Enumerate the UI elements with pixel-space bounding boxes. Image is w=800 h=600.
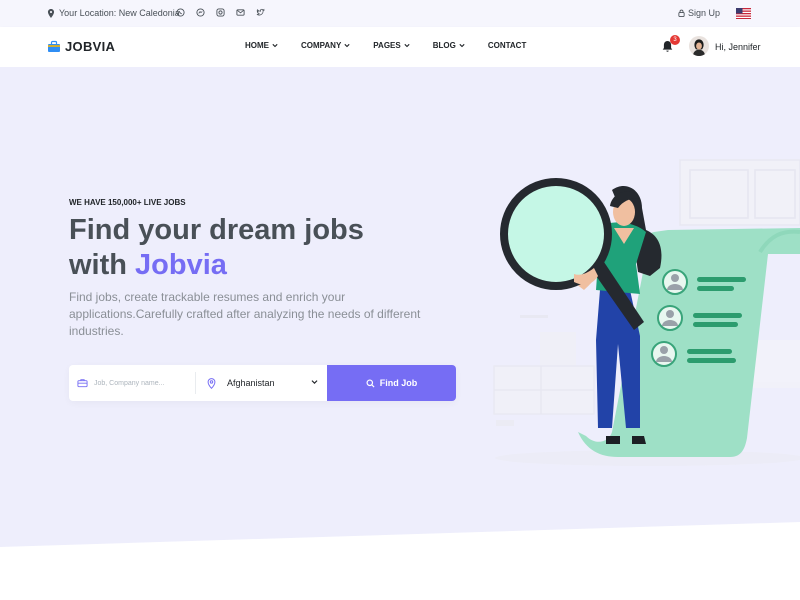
- user-greeting[interactable]: Hi, Jennifer: [715, 42, 761, 52]
- chevron-down-icon: [311, 380, 318, 384]
- menu-item-label: HOME: [245, 41, 269, 50]
- hero-title-brand: Jobvia: [135, 249, 227, 281]
- messenger-icon[interactable]: [196, 8, 205, 17]
- job-search-form: Job, Company name... Afghanistan Find Jo…: [69, 365, 456, 401]
- location-text: Your Location: New Caledonia: [59, 8, 180, 18]
- menu-item-pages[interactable]: PAGES: [373, 41, 410, 50]
- us-flag-icon[interactable]: [736, 8, 751, 19]
- chevron-down-icon: [404, 43, 410, 48]
- field-divider: [195, 372, 196, 394]
- chevron-down-icon: [344, 43, 350, 48]
- lock-icon: [678, 9, 685, 17]
- hero-section: WE HAVE 150,000+ LIVE JOBS Find your dre…: [0, 67, 800, 600]
- keyword-placeholder: Job, Company name...: [94, 379, 165, 387]
- logo-icon: [48, 40, 60, 52]
- logo-text: JOBVIA: [65, 39, 116, 54]
- hero-description: Find jobs, create trackable resumes and …: [69, 290, 421, 338]
- chevron-down-icon: [459, 43, 465, 48]
- instagram-icon[interactable]: [216, 8, 225, 17]
- menu-item-label: BLOG: [432, 41, 456, 50]
- search-icon: [366, 378, 375, 388]
- hero-title-prefix: with: [69, 249, 136, 281]
- menu-item-label: COMPANY: [301, 41, 342, 50]
- whatsapp-icon[interactable]: [176, 8, 185, 17]
- main-menu: HOME COMPANY PAGES BLOG CONTACT: [245, 41, 549, 50]
- avatar[interactable]: [689, 36, 709, 56]
- logo[interactable]: JOBVIA: [47, 39, 115, 54]
- menu-item-home[interactable]: HOME: [245, 41, 278, 50]
- sign-up-link[interactable]: Sign Up: [678, 8, 720, 18]
- keyword-field[interactable]: Job, Company name...: [77, 365, 195, 401]
- location-info: Your Location: New Caledonia: [47, 8, 180, 18]
- menu-item-label: CONTACT: [487, 41, 527, 50]
- twitter-icon[interactable]: [256, 8, 265, 17]
- social-links: [176, 8, 265, 17]
- menu-item-contact[interactable]: CONTACT: [488, 41, 527, 50]
- hero-title: Find your dream jobs with Jobvia: [69, 213, 469, 283]
- map-pin-icon: [47, 8, 55, 18]
- map-pin-icon: [207, 377, 216, 389]
- find-job-button[interactable]: Find Job: [327, 365, 456, 401]
- menu-item-label: PAGES: [373, 41, 401, 50]
- notification-badge: 3: [670, 35, 680, 45]
- briefcase-icon: [77, 379, 88, 388]
- find-job-label: Find Job: [379, 378, 418, 388]
- location-select[interactable]: Afghanistan: [207, 365, 323, 401]
- main-navbar: JOBVIA HOME COMPANY PAGES BLOG CONTACT 3: [0, 27, 800, 67]
- menu-item-company[interactable]: COMPANY: [301, 41, 350, 50]
- hero-eyebrow: WE HAVE 150,000+ LIVE JOBS: [69, 198, 186, 207]
- top-bar: Your Location: New Caledonia Sign Up: [0, 0, 800, 27]
- location-value: Afghanistan: [227, 378, 275, 388]
- mail-icon[interactable]: [236, 8, 245, 17]
- chevron-down-icon: [272, 43, 278, 48]
- menu-item-blog[interactable]: BLOG: [433, 41, 465, 50]
- hero-title-line1: Find your dream jobs: [69, 214, 364, 246]
- sign-up-label: Sign Up: [688, 8, 721, 18]
- hero-illustration: [493, 159, 800, 466]
